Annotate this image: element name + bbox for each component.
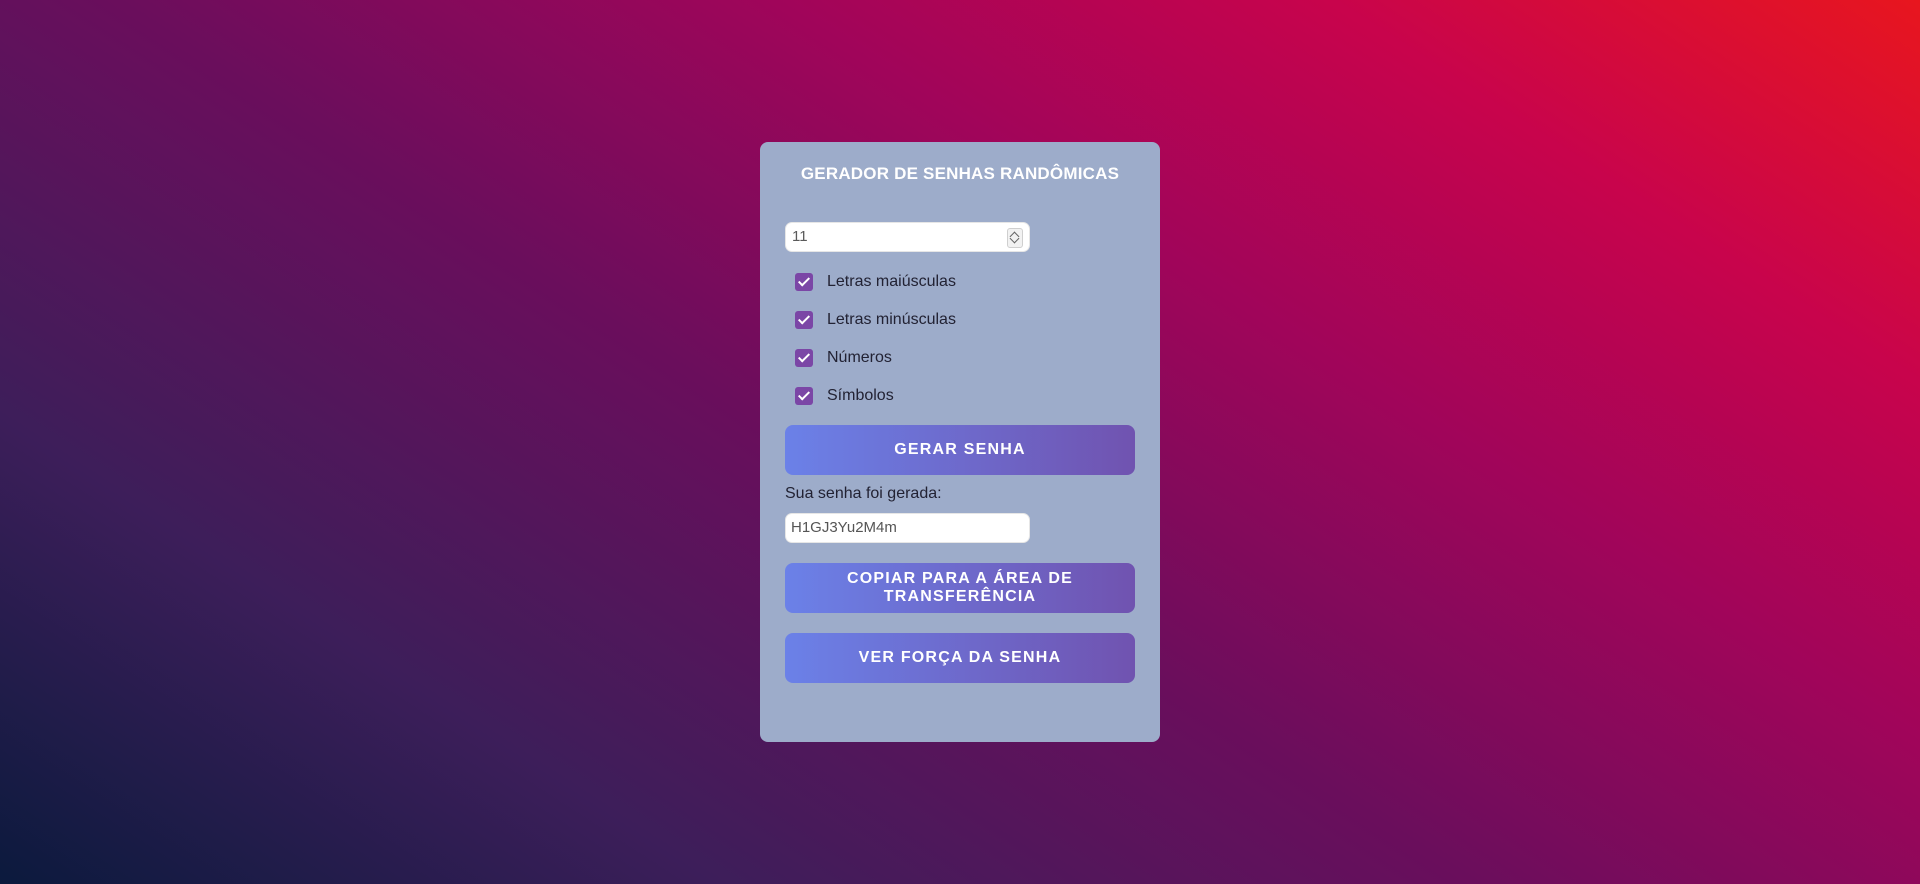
length-stepper[interactable] xyxy=(1007,228,1023,248)
symbols-checkbox[interactable] xyxy=(795,387,813,405)
generated-password-field[interactable]: H1GJ3Yu2M4m xyxy=(785,513,1030,543)
password-length-input[interactable]: 11 xyxy=(785,222,1030,252)
generate-password-button[interactable]: GERAR SENHA xyxy=(785,425,1135,475)
uppercase-label: Letras maiúsculas xyxy=(827,273,956,290)
uppercase-checkbox[interactable] xyxy=(795,273,813,291)
option-numbers[interactable]: Números xyxy=(795,348,892,368)
lowercase-checkbox[interactable] xyxy=(795,311,813,329)
copy-to-clipboard-button[interactable]: COPIAR PARA A ÁREA DE TRANSFERÊNCIA xyxy=(785,563,1135,613)
result-label: Sua senha foi gerada: xyxy=(785,485,942,502)
option-lowercase[interactable]: Letras minúsculas xyxy=(795,310,956,330)
password-strength-button[interactable]: VER FORÇA DA SENHA xyxy=(785,633,1135,683)
lowercase-label: Letras minúsculas xyxy=(827,311,956,328)
password-length-value: 11 xyxy=(792,228,808,245)
app-title: GERADOR DE SENHAS RANDÔMICAS xyxy=(800,164,1120,183)
numbers-label: Números xyxy=(827,349,892,366)
symbols-label: Símbolos xyxy=(827,387,894,404)
option-uppercase[interactable]: Letras maiúsculas xyxy=(795,272,956,292)
option-symbols[interactable]: Símbolos xyxy=(795,386,894,406)
password-generator-card: GERADOR DE SENHAS RANDÔMICAS 11 Letras m… xyxy=(760,142,1160,742)
numbers-checkbox[interactable] xyxy=(795,349,813,367)
